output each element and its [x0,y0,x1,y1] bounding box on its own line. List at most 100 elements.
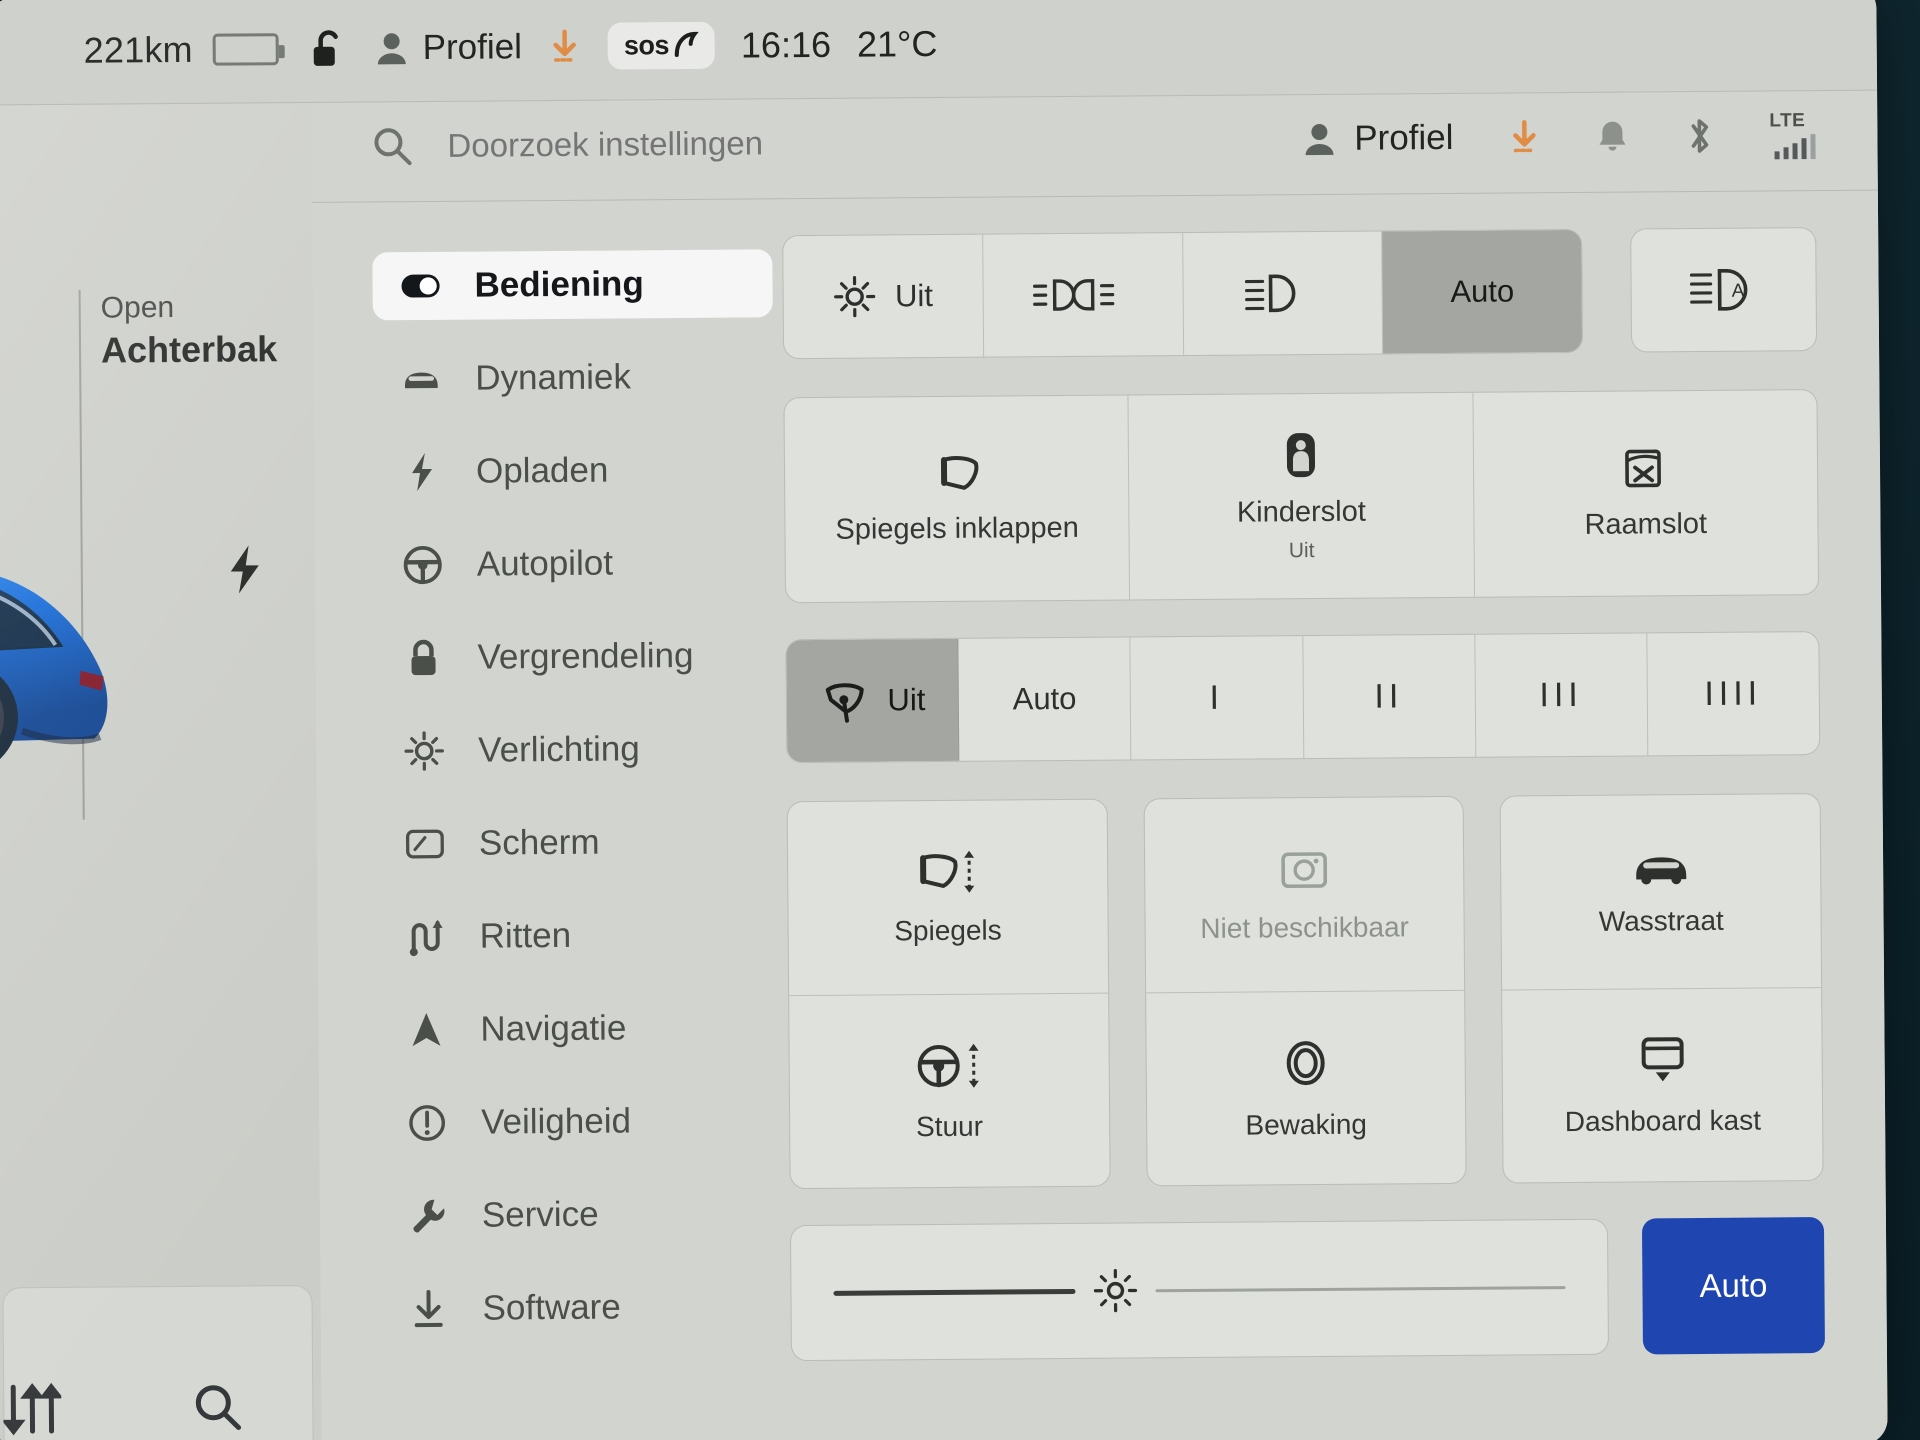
wiper-option-2[interactable]: II [1302,634,1476,759]
brightness-auto-button[interactable]: Auto [1641,1217,1825,1355]
sidebar-item-label: Veiligheid [480,1101,632,1142]
headlight-option-auto[interactable]: Auto [1382,229,1583,354]
search-input[interactable] [447,121,1068,165]
vehicle-panel: Open Achterbak [0,102,322,1440]
steering-adjust-button[interactable]: Stuur [789,993,1109,1188]
headlight-option-lowbeam[interactable] [1182,231,1384,356]
sidebar-item-label: Ritten [479,915,572,956]
mirrors-adjust-button[interactable]: Spiegels [787,799,1108,996]
brightness-track-empty [1155,1285,1566,1292]
vehicle-image[interactable] [0,494,177,797]
sidebar-item-software[interactable]: Software [380,1272,791,1343]
sentry-mode-icon [1277,1035,1333,1091]
settings-header-icons: Profiel LTE [1302,110,1822,163]
lights-off-sun-icon [833,274,877,318]
wiper-option-3[interactable]: III [1475,633,1649,757]
headlight-option-off[interactable]: Uit [783,234,984,359]
unlock-icon[interactable] [309,26,349,70]
sidebar-item-veiligheid[interactable]: Veiligheid [379,1086,790,1157]
settings-nav: Bediening Dynamiek Opladen Autopilot Ver… [312,235,792,1440]
fold-mirrors-button[interactable]: Spiegels inklappen [784,395,1131,603]
mirrors-adjust-label: Spiegels [894,914,1002,947]
sos-label: sos [623,30,670,61]
profile-button[interactable]: Profiel [375,27,523,68]
sidebar-item-label: Dynamiek [475,357,632,398]
sidebar-item-service[interactable]: Service [380,1179,791,1250]
search-icon[interactable] [191,1380,245,1434]
mirror-adjust-icon [911,847,983,898]
headlight-row: Uit Auto A [782,227,1818,360]
quick-tiles-grid: Spiegels Stuur Niet beschikbaar Bewaking… [786,793,1824,1190]
download-icon [408,1289,448,1329]
sidebar-item-navigatie[interactable]: Navigatie [378,993,789,1064]
sidebar-item-autopilot[interactable]: Autopilot [374,528,785,599]
wiper-option-label: II [1374,676,1404,716]
wiper-option-label: I [1209,678,1225,717]
sidebar-item-dynamiek[interactable]: Dynamiek [373,342,784,413]
car-front-icon [401,359,441,399]
vehicle-panel-toolbar [0,1379,322,1438]
headlight-segmented-control: Uit Auto [782,228,1584,360]
clock[interactable]: 16:16 [741,23,831,66]
sidebar-item-bediening[interactable]: Bediening [372,249,773,321]
glovebox-button[interactable]: Dashboard kast [1502,988,1822,1183]
headlight-option-label: Auto [1450,273,1515,309]
brightness-track-filled [833,1288,1076,1296]
window-lock-icon [1621,444,1669,494]
tesla-touchscreen: 221km Profiel sos 16:16 21°C Open Achter… [0,0,1920,1440]
sidebar-item-opladen[interactable]: Opladen [374,435,785,506]
settings-body: Bediening Dynamiek Opladen Autopilot Ver… [312,191,1888,1440]
navigation-arrow-icon [406,1010,446,1050]
wiper-option-off[interactable]: Uit [786,638,960,763]
wiper-option-1[interactable]: I [1130,636,1304,760]
person-icon [375,30,409,66]
headlight-option-parking[interactable] [982,233,1184,357]
sidebar-item-ritten[interactable]: Ritten [377,900,788,971]
mirrors-locks-row: Spiegels inklappen Kinderslot Uit Raamsl… [783,389,1820,604]
svg-text:A: A [1732,281,1745,302]
glovebox-label: Dashboard kast [1564,1104,1762,1137]
sentry-mode-label: Bewaking [1245,1108,1368,1141]
child-lock-button[interactable]: Kinderslot Uit [1128,392,1475,600]
sentry-mode-button[interactable]: Bewaking [1146,990,1466,1185]
sos-button[interactable]: sos [607,21,716,70]
fold-mirrors-label: Spiegels inklappen [835,512,1080,547]
search-bar[interactable] [371,118,1302,167]
sidebar-item-label: Opladen [475,450,609,491]
search-icon [371,125,413,167]
window-lock-button[interactable]: Raamslot [1473,390,1818,597]
equalizer-sliders-icon[interactable] [3,1381,62,1437]
sidebar-item-vergrendeling[interactable]: Vergrendeling [375,621,786,692]
wiper-option-auto[interactable]: Auto [958,637,1132,761]
software-download-icon[interactable] [548,27,582,65]
wiper-option-4[interactable]: IIII [1647,632,1819,755]
sun-icon [404,731,444,771]
cellular-status[interactable]: LTE [1769,110,1821,160]
lte-label: LTE [1769,110,1806,132]
quick-tiles-column: Wasstraat Dashboard kast [1499,793,1824,1184]
brightness-sun-icon[interactable] [1091,1266,1139,1314]
charge-bolt-icon [225,543,265,595]
sidebar-item-verlichting[interactable]: Verlichting [376,714,787,785]
bell-icon[interactable] [1595,117,1629,155]
brightness-slider[interactable] [789,1218,1609,1362]
low-beam-icon [1240,270,1306,317]
camera-unavailable-button[interactable]: Niet beschikbaar [1144,796,1465,993]
outside-temperature[interactable]: 21°C [857,22,938,65]
camera-unavailable-label: Niet beschikbaar [1200,911,1410,945]
auto-high-beam-button[interactable]: A [1630,227,1818,353]
status-bar: 221km Profiel sos 16:16 21°C [0,0,1878,106]
open-target-label: Achterbak [100,327,278,371]
settings-profile-button[interactable]: Profiel [1302,117,1454,158]
bluetooth-icon[interactable] [1683,114,1715,156]
wiper-segmented-control: Uit Auto I II III IIII [785,631,1821,764]
sidebar-item-label: Autopilot [476,543,614,584]
sidebar-item-scherm[interactable]: Scherm [377,807,788,878]
steering-wheel-icon [403,545,443,585]
brightness-auto-label: Auto [1699,1266,1768,1305]
software-download-icon[interactable] [1507,118,1541,156]
car-wash-button[interactable]: Wasstraat [1500,794,1822,991]
settings-profile-label: Profiel [1354,117,1454,158]
quick-tiles-column: Spiegels Stuur [786,798,1111,1190]
profile-label: Profiel [422,26,523,67]
